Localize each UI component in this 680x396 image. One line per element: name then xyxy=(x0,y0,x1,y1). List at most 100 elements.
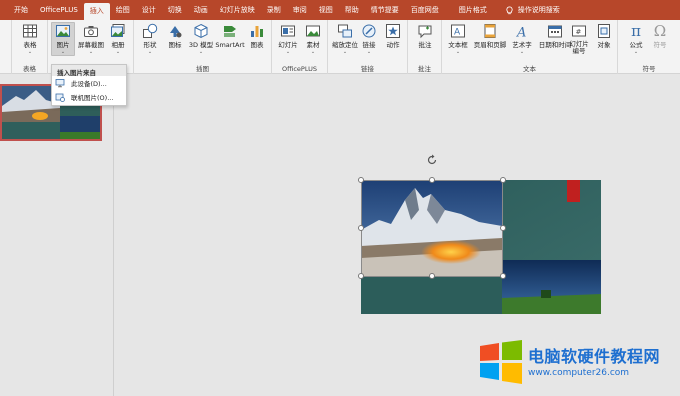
tab-view[interactable]: 视图 xyxy=(313,0,339,20)
resize-handle-top-right[interactable] xyxy=(500,177,506,183)
resize-handle-bottom[interactable] xyxy=(429,273,435,279)
tab-home[interactable]: 开始 xyxy=(8,0,34,20)
slide-number-button[interactable]: # 幻灯片编号 xyxy=(568,23,590,55)
bar-chart-icon xyxy=(251,26,263,37)
screenshot-label: 屏幕截图 xyxy=(78,41,104,49)
equation-button[interactable]: π 公式 ⌄ xyxy=(624,23,648,55)
icons-button[interactable]: 图标 xyxy=(163,23,187,49)
tab-insert[interactable]: 插入 xyxy=(83,3,110,20)
table-button[interactable]: 表格 ⌄ xyxy=(18,23,42,55)
menu-item-this-device[interactable]: 此设备(D)... xyxy=(52,76,126,90)
comment-label: 批注 xyxy=(418,41,432,49)
slide-button[interactable]: 幻灯片 ⌄ xyxy=(275,23,301,55)
group-label-illustrations: 插图 xyxy=(196,65,209,73)
group-label-text: 文本 xyxy=(523,65,536,73)
resize-handle-right[interactable] xyxy=(500,225,506,231)
insert-picture-menu: 插入图片来自 此设备(D)... 联机图片(O)... xyxy=(51,64,127,106)
chevron-down-icon: ⌄ xyxy=(198,49,204,55)
menu-header: 插入图片来自 xyxy=(52,65,126,77)
icons-icon xyxy=(170,26,182,38)
camera-icon xyxy=(84,26,98,37)
comment-button[interactable]: 批注 xyxy=(413,23,437,49)
picture-button[interactable]: 图片 ⌄ xyxy=(51,22,75,56)
slide-number-icon: # xyxy=(572,25,586,37)
picture-label: 图片 xyxy=(56,41,70,49)
object-label: 对象 xyxy=(597,41,611,49)
picture-selection-box xyxy=(361,180,503,277)
wordart-button[interactable]: A 艺术字 ⌄ xyxy=(509,23,535,56)
smartart-button[interactable]: SmartArt xyxy=(214,23,246,49)
tab-animations[interactable]: 动画 xyxy=(188,0,214,20)
symbol-label: 符号 xyxy=(653,41,667,49)
group-comments: 批注 批注 xyxy=(408,20,442,74)
slides-icon xyxy=(281,25,295,37)
chevron-down-icon: ⌄ xyxy=(285,49,291,55)
group-officeplus: 幻灯片 ⌄ 素材 ⌄ OfficePLUS xyxy=(272,20,328,74)
icons-label: 图标 xyxy=(168,41,182,49)
header-footer-button[interactable]: 页眉和页脚 xyxy=(473,23,507,49)
album-label: 相册 xyxy=(111,41,125,49)
tab-officeplus[interactable]: OfficePLUS xyxy=(34,0,84,20)
menu-item-this-device-label: 此设备(D)... xyxy=(71,80,107,88)
material-label: 素材 xyxy=(306,41,320,49)
tab-transitions[interactable]: 切换 xyxy=(162,0,188,20)
shapes-icon xyxy=(143,23,158,38)
action-label: 动作 xyxy=(386,41,400,49)
zoom-label: 缩放定位 xyxy=(332,41,358,49)
group-label-officeplus: OfficePLUS xyxy=(281,65,318,73)
textbox-button[interactable]: A 文本框 ⌄ xyxy=(446,23,470,55)
tab-design[interactable]: 设计 xyxy=(136,0,162,20)
tab-review[interactable]: 审阅 xyxy=(287,0,313,20)
table-label: 表格 xyxy=(23,41,37,49)
link-button[interactable]: 链接 ⌄ xyxy=(357,23,381,55)
chart-label: 图表 xyxy=(250,41,264,49)
resize-handle-bottom-left[interactable] xyxy=(358,273,364,279)
resize-handle-left[interactable] xyxy=(358,225,364,231)
shapes-button[interactable]: 形状 ⌄ xyxy=(138,23,162,55)
slide-canvas[interactable] xyxy=(358,154,601,314)
group-illustrations: 形状 ⌄ 图标 3D 模型 ⌄ SmartArt 图表 插图 xyxy=(134,20,272,74)
tab-storyboard[interactable]: 情节提要 xyxy=(365,0,405,20)
cube-icon xyxy=(194,23,208,39)
resize-handle-top-left[interactable] xyxy=(358,177,364,183)
tell-me-search[interactable]: 操作说明搜索 xyxy=(505,5,560,15)
tab-picture-format[interactable]: 图片格式 xyxy=(453,0,493,20)
tab-slideshow[interactable]: 幻灯片放映 xyxy=(214,0,261,20)
screenshot-button[interactable]: 屏幕截图 ⌄ xyxy=(78,23,104,55)
tab-help[interactable]: 帮助 xyxy=(339,0,365,20)
header-footer-label: 页眉和页脚 xyxy=(473,41,507,49)
material-button[interactable]: 素材 ⌄ xyxy=(301,23,325,55)
rotate-handle-icon[interactable] xyxy=(426,154,438,166)
3d-model-button[interactable]: 3D 模型 ⌄ xyxy=(187,23,215,55)
link-label: 链接 xyxy=(362,41,376,49)
zoom-button[interactable]: 缩放定位 ⌄ xyxy=(331,23,359,55)
3d-model-label: 3D 模型 xyxy=(188,41,214,49)
symbol-button[interactable]: Ω 符号 xyxy=(648,23,672,49)
textbox-label: 文本框 xyxy=(448,41,468,49)
chevron-down-icon: ⌄ xyxy=(633,49,639,55)
smartart-icon xyxy=(224,26,236,37)
resize-handle-top[interactable] xyxy=(429,177,435,183)
menu-item-online-pictures[interactable]: 联机图片(O)... xyxy=(52,90,126,104)
group-symbols: π 公式 ⌄ Ω 符号 符号 xyxy=(618,20,680,74)
picture-icon xyxy=(56,25,70,37)
chart-button[interactable]: 图表 xyxy=(245,23,269,49)
svg-text:A: A xyxy=(454,28,461,38)
comment-icon xyxy=(418,25,432,39)
chevron-down-icon: ⌄ xyxy=(27,49,33,55)
omega-icon: Ω xyxy=(653,22,667,40)
slide-label: 幻灯片 xyxy=(278,41,298,49)
group-label-comments: 批注 xyxy=(418,65,431,73)
link-icon xyxy=(362,24,376,38)
smartart-label: SmartArt xyxy=(215,41,245,49)
shapes-label: 形状 xyxy=(143,41,157,49)
resize-handle-bottom-right[interactable] xyxy=(500,273,506,279)
wordart-label: 艺术字 xyxy=(512,41,532,49)
album-button[interactable]: 相册 ⌄ xyxy=(106,23,130,55)
tab-baidu-netdisk[interactable]: 百度网盘 xyxy=(405,0,445,20)
object-button[interactable]: 对象 xyxy=(592,23,616,49)
action-button[interactable]: 动作 xyxy=(381,23,405,49)
tab-draw[interactable]: 绘图 xyxy=(110,0,136,20)
tab-record[interactable]: 录制 xyxy=(261,0,287,20)
watermark-title: 电脑软硬件教程网 xyxy=(528,347,661,366)
